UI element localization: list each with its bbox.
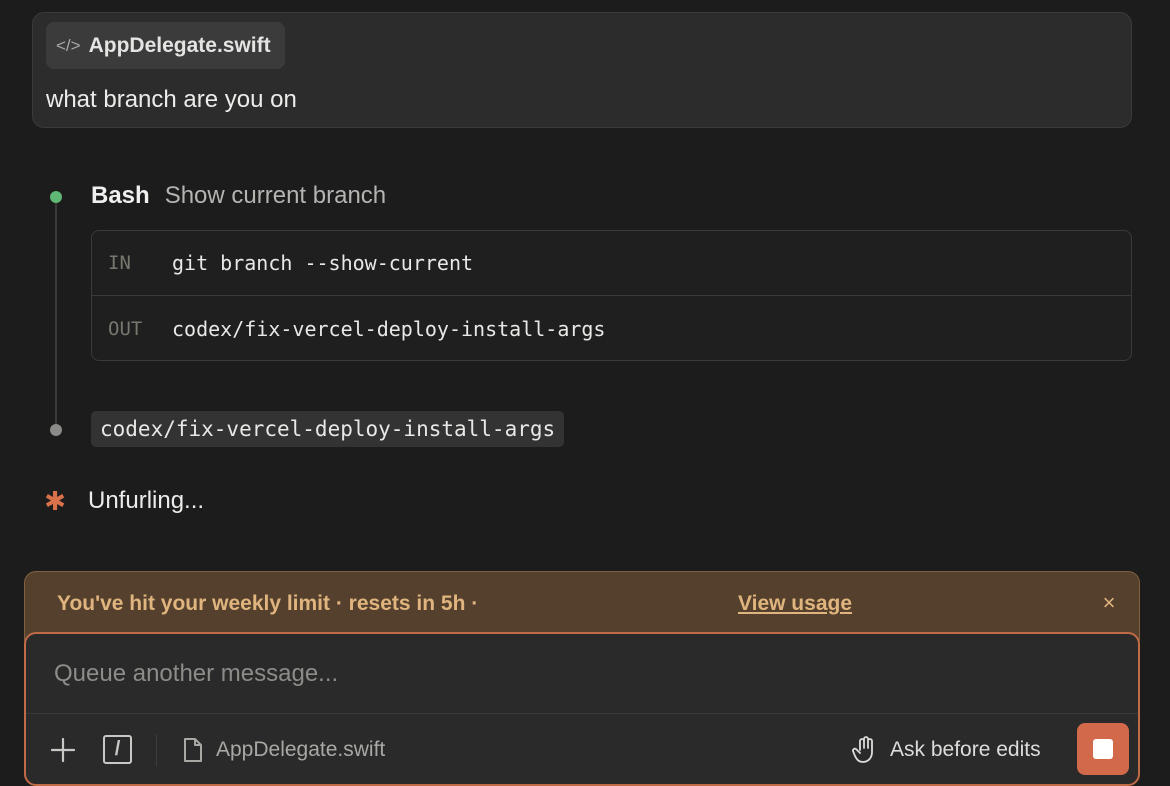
- file-icon: [184, 738, 202, 762]
- tool-call-header[interactable]: Bash Show current branch: [91, 178, 386, 214]
- user-message: </> AppDelegate.swift what branch are yo…: [32, 12, 1132, 128]
- timeline-connector: [55, 200, 57, 425]
- edit-mode-label: Ask before edits: [890, 738, 1041, 761]
- composer-divider: [26, 713, 1138, 714]
- tool-io-panel: IN git branch --show-current OUT codex/f…: [91, 230, 1132, 361]
- attached-file-name: AppDelegate.swift: [88, 33, 271, 57]
- plus-icon: [50, 737, 76, 763]
- tool-status-dot: [50, 191, 62, 203]
- message-input[interactable]: [54, 656, 1054, 692]
- context-file-button[interactable]: AppDelegate.swift: [182, 733, 385, 767]
- attached-file-chip[interactable]: </> AppDelegate.swift: [46, 22, 285, 69]
- slash-command-button[interactable]: /: [103, 735, 132, 764]
- hand-icon: [852, 736, 873, 763]
- tool-name: Bash: [91, 182, 150, 209]
- add-attachment-button[interactable]: [48, 734, 78, 766]
- view-usage-link[interactable]: View usage: [738, 592, 852, 616]
- output-label: OUT: [108, 317, 143, 340]
- message-composer: / AppDelegate.swift Ask before edits: [24, 632, 1140, 786]
- slash-command-icon: /: [114, 738, 121, 760]
- limit-message: You've hit your weekly limit · resets in…: [57, 592, 479, 615]
- asterisk-icon: ✱: [44, 485, 66, 516]
- stop-button[interactable]: [1077, 723, 1129, 775]
- reply-dot: [50, 424, 62, 436]
- chat-page: </> AppDelegate.swift what branch are yo…: [0, 0, 1170, 786]
- tool-input-command: git branch --show-current: [172, 251, 474, 275]
- close-icon[interactable]: ×: [1097, 590, 1121, 618]
- toolbar-separator: [156, 734, 157, 766]
- context-file-name: AppDelegate.swift: [216, 738, 386, 761]
- assistant-reply-code: codex/fix-vercel-deploy-install-args: [91, 411, 565, 447]
- tool-description: Show current branch: [164, 182, 387, 209]
- tool-input-row: IN git branch --show-current: [92, 231, 1131, 296]
- user-message-text: what branch are you on: [46, 86, 297, 113]
- code-icon: </>: [56, 35, 81, 55]
- status-text: Unfurling...: [88, 487, 205, 514]
- input-label: IN: [108, 252, 131, 274]
- tool-output-text: codex/fix-vercel-deploy-install-args: [172, 316, 606, 341]
- status-indicator: ✱ Unfurling...: [44, 482, 204, 520]
- tool-output-row: OUT codex/fix-vercel-deploy-install-args: [92, 296, 1131, 361]
- stop-icon: [1093, 739, 1113, 759]
- edit-mode-button[interactable]: Ask before edits: [852, 732, 1041, 768]
